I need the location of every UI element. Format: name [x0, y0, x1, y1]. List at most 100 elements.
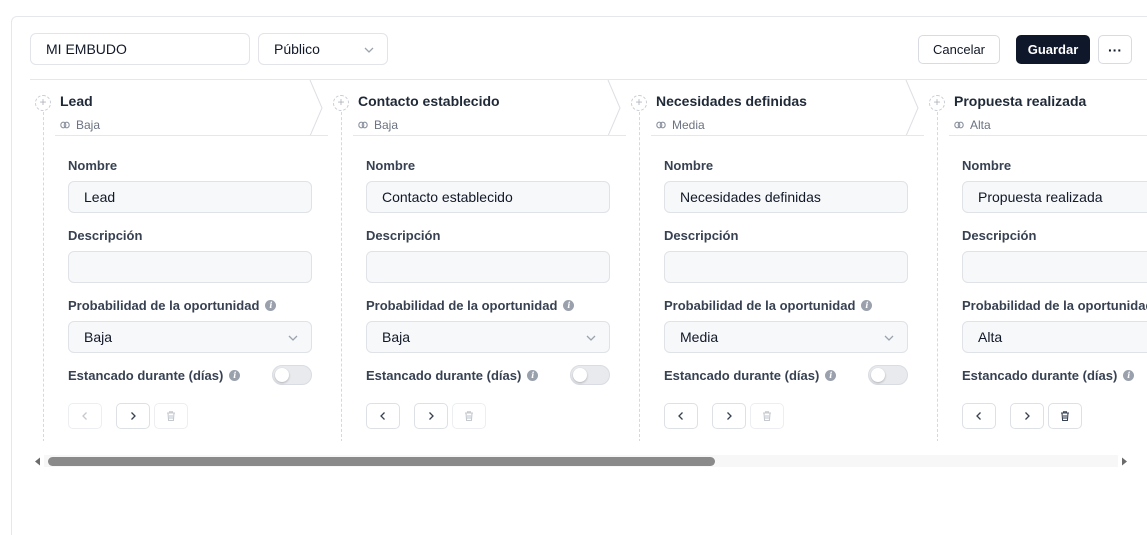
description-label-text: Descripción — [962, 228, 1037, 243]
add-stage-icon[interactable]: + — [333, 95, 349, 111]
cancel-button[interactable]: Cancelar — [918, 35, 1000, 64]
probability-select[interactable]: Baja — [366, 321, 610, 353]
visibility-select[interactable]: Público — [258, 33, 388, 65]
name-label: Nombre — [68, 158, 117, 173]
probability-label: Probabilidad de la oportunidadi — [962, 298, 1147, 313]
scroll-right-arrow-icon[interactable] — [1120, 457, 1128, 466]
stage-name-input[interactable] — [366, 181, 610, 213]
probability-select-value: Baja — [382, 329, 411, 345]
save-button[interactable]: Guardar — [1016, 35, 1090, 64]
horizontal-scrollbar[interactable] — [30, 453, 1132, 469]
probability-label-text: Probabilidad de la oportunidad — [68, 298, 260, 313]
stage-arrow-icon — [607, 80, 621, 136]
chevron-left-icon — [976, 412, 981, 420]
name-label: Nombre — [962, 158, 1011, 173]
stage-description-input[interactable] — [366, 251, 610, 283]
stage-title: Necesidades definidas — [656, 93, 807, 109]
move-left-button[interactable] — [664, 403, 698, 429]
name-label: Nombre — [366, 158, 415, 173]
description-label: Descripción — [664, 228, 738, 243]
description-label-text: Descripción — [366, 228, 441, 243]
add-stage-icon[interactable]: + — [35, 95, 51, 111]
move-left-button[interactable] — [962, 403, 996, 429]
chevron-right-icon — [429, 412, 434, 420]
stale-days-label-text: Estancado durante (días) — [664, 368, 820, 383]
stage-description-input[interactable] — [664, 251, 908, 283]
delete-stage-button[interactable] — [154, 403, 188, 429]
stale-days-toggle[interactable] — [570, 365, 610, 385]
stage-header-divider — [949, 135, 1147, 136]
add-stage-icon[interactable]: + — [631, 95, 647, 111]
stage-column: + Necesidades definidas Media Nombre Des… — [626, 80, 924, 441]
info-icon: i — [229, 370, 241, 381]
stage-description-input[interactable] — [68, 251, 312, 283]
stale-days-toggle[interactable] — [272, 365, 312, 385]
stage-name-input[interactable] — [68, 181, 312, 213]
stage-header-divider — [353, 135, 626, 136]
info-icon: i — [1123, 370, 1135, 381]
stale-days-label-text: Estancado durante (días) — [68, 368, 224, 383]
stage-title: Lead — [60, 93, 93, 109]
probability-select[interactable]: Alta — [962, 321, 1147, 353]
stage-header-divider — [651, 135, 924, 136]
delete-stage-button[interactable] — [1048, 403, 1082, 429]
stage-column: + Lead Baja Nombre Descripción Probabili… — [30, 80, 328, 441]
stage-connector-line — [937, 102, 938, 441]
stage-connector-line — [341, 102, 342, 441]
probability-label-text: Probabilidad de la oportunidad — [962, 298, 1147, 313]
chevron-down-icon — [364, 47, 374, 53]
chevron-down-icon — [288, 335, 298, 341]
move-right-button[interactable] — [1010, 403, 1044, 429]
probability-select[interactable]: Media — [664, 321, 908, 353]
chevron-down-icon — [586, 335, 596, 341]
scroll-left-arrow-icon[interactable] — [34, 457, 42, 466]
stage-description-input[interactable] — [962, 251, 1147, 283]
move-right-button[interactable] — [414, 403, 448, 429]
probability-label: Probabilidad de la oportunidadi — [68, 298, 277, 313]
name-label-text: Nombre — [664, 158, 714, 173]
stage-title: Propuesta realizada — [954, 93, 1087, 109]
stage-title: Contacto establecido — [358, 93, 500, 109]
scrollbar-thumb[interactable] — [48, 457, 715, 466]
stage-arrow-icon — [905, 80, 919, 136]
move-left-button[interactable] — [366, 403, 400, 429]
stale-days-label: Estancado durante (días) i — [366, 368, 539, 383]
probability-select-value: Alta — [978, 329, 1003, 345]
stage-probability-text: Media — [672, 118, 705, 132]
trash-icon — [763, 411, 771, 422]
chevron-right-icon — [131, 412, 136, 420]
stage-arrow-icon — [309, 80, 323, 136]
more-options-button[interactable]: ··· — [1098, 35, 1132, 64]
visibility-select-value: Público — [274, 41, 320, 57]
name-label-text: Nombre — [366, 158, 416, 173]
delete-stage-button[interactable] — [452, 403, 486, 429]
chevron-left-icon — [380, 412, 385, 420]
probability-label: Probabilidad de la oportunidadi — [664, 298, 873, 313]
probability-label-text: Probabilidad de la oportunidad — [664, 298, 856, 313]
move-right-button[interactable] — [116, 403, 150, 429]
stale-days-label-text: Estancado durante (días) — [962, 368, 1118, 383]
stage-connector-line — [639, 102, 640, 441]
probability-select-value: Media — [680, 329, 719, 345]
move-right-button[interactable] — [712, 403, 746, 429]
stage-name-input[interactable] — [664, 181, 908, 213]
chevron-down-icon — [884, 335, 894, 341]
move-left-button[interactable] — [68, 403, 102, 429]
stale-days-toggle[interactable] — [868, 365, 908, 385]
probability-select[interactable]: Baja — [68, 321, 312, 353]
link-icon — [954, 121, 964, 129]
description-label: Descripción — [366, 228, 440, 243]
stale-days-label: Estancado durante (días) i — [962, 368, 1135, 383]
stage-name-input[interactable] — [962, 181, 1147, 213]
link-icon — [358, 121, 368, 129]
delete-stage-button[interactable] — [750, 403, 784, 429]
stage-probability-summary: Baja — [60, 118, 100, 132]
add-stage-icon[interactable]: + — [929, 95, 945, 111]
stale-days-label-text: Estancado durante (días) — [366, 368, 522, 383]
trash-icon — [465, 411, 473, 422]
pipeline-name-input[interactable] — [30, 33, 250, 65]
stage-probability-summary: Media — [656, 118, 705, 132]
description-label: Descripción — [68, 228, 142, 243]
chevron-right-icon — [1025, 412, 1030, 420]
stale-days-label: Estancado durante (días) i — [664, 368, 837, 383]
